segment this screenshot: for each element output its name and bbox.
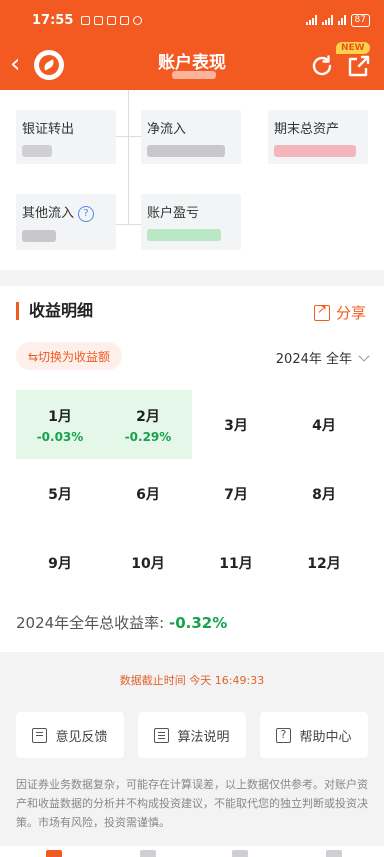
month-cell[interactable]: 4月 — [280, 390, 368, 459]
share-icon — [313, 302, 330, 321]
other-inflow-cell: 其他流入? — [16, 194, 116, 250]
ending-total-assets-label: 期末总资产 — [274, 122, 340, 137]
refresh-icon[interactable] — [309, 53, 335, 79]
month-cell[interactable]: 3月 — [192, 390, 280, 459]
account-pnl-cell: 账户盈亏 — [141, 194, 241, 250]
ending-total-assets-cell: 期末总资产 — [268, 110, 368, 164]
total-return: 2024年全年总收益率: -0.32% — [16, 612, 227, 633]
message-icon — [133, 15, 143, 25]
help-icon[interactable]: ? — [78, 205, 95, 222]
masked-value — [147, 145, 225, 157]
data-cutoff-time: 数据截止时间 今天 16:49:33 — [119, 674, 265, 687]
bottom-tab-bar — [0, 846, 384, 857]
chevron-down-icon — [358, 349, 370, 362]
month-cell[interactable]: 6月 — [104, 459, 192, 528]
toggle-return-amount-button[interactable]: ⇆切换为收益额 — [16, 342, 123, 370]
signal-icon — [321, 15, 333, 25]
algorithm-button[interactable]: 算法说明 — [138, 712, 246, 758]
notification-icon — [107, 15, 117, 25]
net-inflow-cell: 净流入 — [141, 110, 241, 164]
help-center-button[interactable]: 帮助中心 — [260, 712, 368, 758]
feedback-button[interactable]: 意见反馈 — [16, 712, 124, 758]
notification-icon — [120, 15, 130, 25]
bank-transfer-out-label: 银证转出 — [22, 122, 75, 137]
tab-icon[interactable] — [140, 850, 156, 857]
tab-icon[interactable] — [326, 850, 342, 857]
month-cell[interactable]: 11月 — [192, 528, 280, 597]
other-inflow-label: 其他流入 — [22, 206, 75, 221]
document-icon — [154, 727, 170, 743]
wifi-icon — [337, 15, 346, 25]
flow-connector — [116, 224, 141, 225]
status-bar: 17:55 87 — [0, 0, 384, 40]
period-label: 2024年 全年 — [275, 352, 352, 367]
battery-icon: 87 — [350, 13, 370, 27]
action-buttons: 意见反馈 算法说明 帮助中心 — [16, 712, 368, 758]
month-cell[interactable]: 8月 — [280, 459, 368, 528]
masked-value — [147, 229, 221, 241]
algorithm-label: 算法说明 — [177, 729, 230, 745]
total-return-label: 2024年全年总收益率: — [16, 614, 169, 632]
tab-icon[interactable] — [232, 850, 248, 857]
masked-value — [274, 145, 356, 157]
flow-connector — [128, 90, 129, 224]
section-title: 收益明细 — [16, 302, 93, 320]
masked-value — [22, 229, 56, 242]
bank-transfer-out-cell: 银证转出 — [16, 110, 116, 164]
disclaimer: 因证券业务数据复杂，可能存在计算误差，以上数据仅供参考。对账户资产和收益数据的分… — [16, 778, 368, 829]
status-time: 17:55 — [32, 12, 74, 28]
toggle-label: ⇆切换为收益额 — [28, 349, 111, 364]
month-cell[interactable]: 12月 — [280, 528, 368, 597]
notification-icon — [94, 15, 104, 25]
share-label: 分享 — [335, 304, 366, 322]
feedback-label: 意见反馈 — [55, 729, 108, 745]
help-center-label: 帮助中心 — [299, 729, 352, 745]
share-icon[interactable] — [346, 53, 372, 79]
month-cell[interactable]: 2月 -0.29% — [104, 390, 192, 459]
month-cell[interactable]: 7月 — [192, 459, 280, 528]
masked-account-subtitle — [172, 71, 216, 79]
month-cell[interactable]: 10月 — [104, 528, 192, 597]
month-grid: 1月 -0.03% 2月 -0.29% 3月 4月 5月 6月 7月 8月 9月 1… — [16, 390, 368, 598]
net-inflow-label: 净流入 — [147, 122, 187, 137]
help-icon — [276, 727, 292, 743]
month-cell[interactable]: 9月 — [16, 528, 104, 597]
signal-icon — [305, 15, 317, 25]
fund-flow-card: 银证转出 净流入 期末总资产 其他流入? 账户盈亏 — [0, 90, 384, 270]
return-detail-section: 收益明细 分享 ⇆切换为收益额 2024年 全年 1月-0.03% 2月-0.2… — [0, 286, 384, 652]
nav-bar: ‹ 账户表现 NEW — [0, 40, 384, 90]
flow-connector — [116, 136, 141, 137]
tab-icon[interactable] — [46, 850, 62, 857]
month-cell[interactable]: 1月 -0.03% — [16, 390, 104, 459]
total-return-value: -0.32% — [169, 614, 228, 632]
share-button[interactable]: 分享 — [313, 302, 366, 323]
month-cell[interactable]: 5月 — [16, 459, 104, 528]
feedback-icon — [32, 727, 48, 743]
masked-value — [22, 145, 52, 157]
account-pnl-label: 账户盈亏 — [147, 206, 200, 221]
notification-icon — [81, 15, 91, 25]
period-selector[interactable]: 2024年 全年 — [275, 348, 370, 367]
